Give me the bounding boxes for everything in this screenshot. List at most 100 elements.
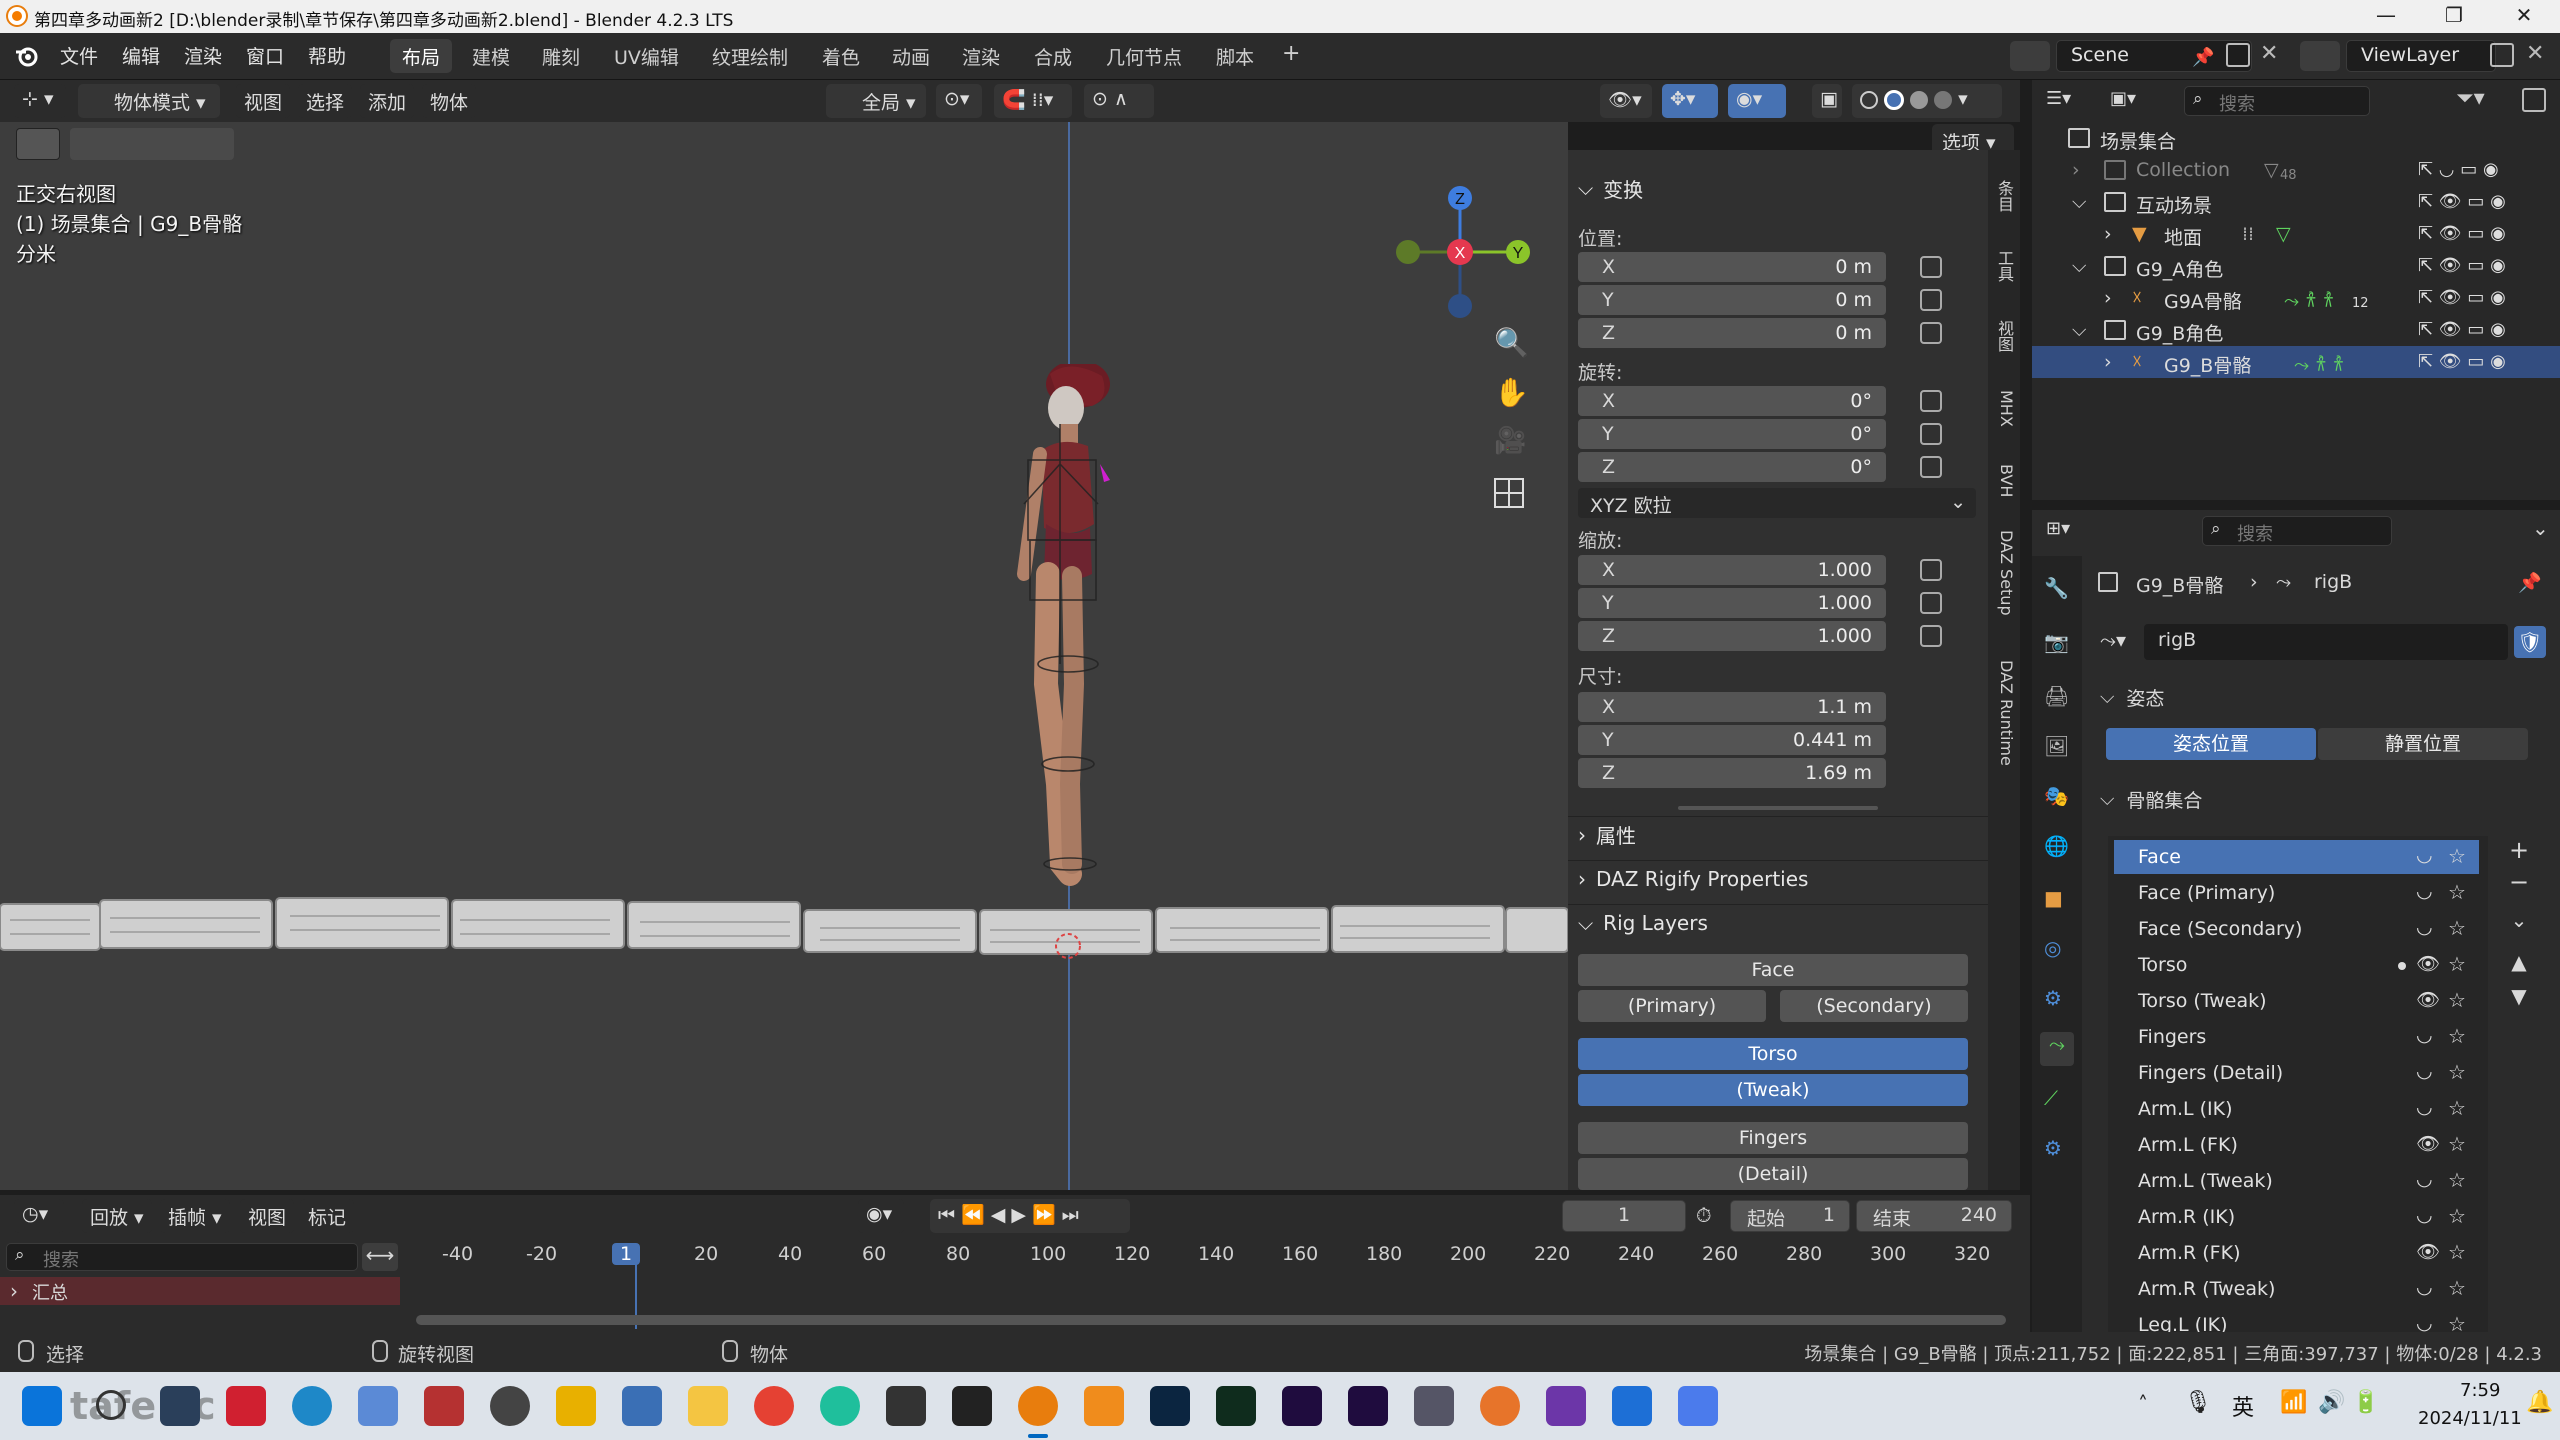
render-tab-icon[interactable]: 📷 xyxy=(2044,630,2069,654)
viewlayer-name-field[interactable]: ViewLayer xyxy=(2346,40,2496,72)
menu-window[interactable]: 窗口 xyxy=(246,42,284,69)
tab-uv-editing[interactable]: UV编辑 xyxy=(602,39,691,73)
app-icon[interactable] xyxy=(490,1386,530,1426)
visual-studio-icon[interactable] xyxy=(1546,1386,1586,1426)
outliner-search-input[interactable]: ⌕ 搜索 xyxy=(2184,86,2370,116)
outliner-row-scene-collection[interactable]: 场景集合 xyxy=(2032,122,2560,154)
tab-shading[interactable]: 着色 xyxy=(810,39,872,73)
delete-scene-icon[interactable]: ✕ xyxy=(2260,41,2278,66)
select-tool-icon[interactable] xyxy=(16,128,60,160)
eye-open-icon[interactable]: 👁 xyxy=(2416,1240,2440,1263)
eye-closed-icon[interactable]: ◡ xyxy=(2416,1168,2433,1190)
location-z-field[interactable]: Z0 m xyxy=(1578,318,1886,348)
rest-position-button[interactable]: 静置位置 xyxy=(2318,728,2528,760)
timeline-scrollbar[interactable] xyxy=(416,1315,2006,1325)
viewlayer-selector-icon[interactable] xyxy=(2300,41,2340,71)
new-viewlayer-icon[interactable] xyxy=(2490,43,2514,67)
summary-row[interactable]: › 汇总 xyxy=(0,1277,400,1305)
gizmo-toggle[interactable]: ✥▾ xyxy=(1662,84,1718,118)
data-name-field[interactable]: rigB xyxy=(2144,624,2508,660)
scene-selector-icon[interactable] xyxy=(2010,41,2050,71)
current-frame-field[interactable]: 1 xyxy=(1562,1200,1686,1232)
armature-data-tab-icon[interactable]: ⤳ xyxy=(2040,1032,2074,1066)
bone-collection-row[interactable]: Face ◡ ☆ xyxy=(2114,840,2479,874)
minimize-button[interactable]: — xyxy=(2356,3,2416,27)
output-tab-icon[interactable]: 🖨 xyxy=(2044,684,2069,708)
star-icon[interactable]: ☆ xyxy=(2448,1132,2466,1156)
stopwatch-icon[interactable]: ⏱ xyxy=(1696,1203,1712,1227)
edge-icon[interactable] xyxy=(292,1386,332,1426)
object-tab-icon[interactable]: ■ xyxy=(2044,886,2063,910)
sidebar-tab-daz-setup[interactable]: DAZ Setup xyxy=(1992,530,2016,616)
dimensions-x-field[interactable]: X 1.1 m xyxy=(1578,692,1886,722)
tool-tab-icon[interactable]: 🔧 xyxy=(2044,576,2069,600)
pin-icon[interactable]: 📌 xyxy=(2518,571,2542,594)
rotation-z-field[interactable]: Z 0° xyxy=(1578,452,1886,482)
star-icon[interactable]: ☆ xyxy=(2448,1060,2466,1084)
bone-collection-row[interactable]: Arm.L (IK) ◡ ☆ xyxy=(2114,1092,2479,1126)
dimensions-y-field[interactable]: Y 0.441 m xyxy=(1578,725,1886,755)
bone-collection-row[interactable]: Arm.L (FK) 👁 ☆ xyxy=(2114,1128,2479,1162)
search-icon[interactable] xyxy=(96,1390,126,1420)
scene-tab-icon[interactable]: 🎭 xyxy=(2044,784,2069,808)
app-icon[interactable] xyxy=(424,1386,464,1426)
clock-date[interactable]: 2024/11/11 xyxy=(2418,1408,2522,1429)
star-icon[interactable]: ☆ xyxy=(2448,988,2466,1012)
timeline-body[interactable]: ⌕ 搜索 ⟷ › 汇总 -40 -20 1 20 40 60 80 100 120 140 160 1… xyxy=(0,1237,2030,1332)
eye-closed-icon[interactable]: ◡ xyxy=(2416,880,2433,902)
app-icon[interactable] xyxy=(1480,1386,1520,1426)
microphone-icon[interactable]: 🎙 xyxy=(2184,1390,2212,1415)
premiere-icon[interactable] xyxy=(1348,1386,1388,1426)
bone-collection-row[interactable]: Arm.R (FK) 👁 ☆ xyxy=(2114,1236,2479,1270)
close-button[interactable]: ✕ xyxy=(2494,3,2554,27)
shading-modes[interactable]: ▾ xyxy=(1852,84,2002,118)
snap-toggle[interactable]: 🧲 ⁞⁞▾ xyxy=(994,84,1072,118)
eye-closed-icon[interactable]: ◡ xyxy=(2416,1204,2433,1226)
bone-collection-row[interactable]: Torso 👁 ☆ xyxy=(2114,948,2479,982)
app-icon[interactable] xyxy=(556,1386,596,1426)
file-explorer-icon[interactable] xyxy=(688,1386,728,1426)
bone-collection-row[interactable]: Fingers (Detail) ◡ ☆ xyxy=(2114,1056,2479,1090)
star-icon[interactable]: ☆ xyxy=(2448,1096,2466,1120)
tab-geometry-nodes[interactable]: 几何节点 xyxy=(1094,39,1194,73)
sidebar-tab-tool[interactable]: 工具 xyxy=(1992,250,2016,282)
properties-editor-icon[interactable]: ⊞▾ xyxy=(2046,518,2070,539)
scale-x-field[interactable]: X 1.000 xyxy=(1578,555,1886,585)
lock-icon[interactable] xyxy=(1920,625,1942,647)
bone-collection-row[interactable]: Arm.L (Tweak) ◡ ☆ xyxy=(2114,1164,2479,1198)
ortho-grid-icon[interactable] xyxy=(1494,478,1524,508)
star-icon[interactable]: ☆ xyxy=(2448,1276,2466,1300)
star-icon[interactable]: ☆ xyxy=(2448,1168,2466,1192)
menu-view[interactable]: 视图 xyxy=(236,84,291,118)
blender-menu-icon[interactable] xyxy=(14,43,40,69)
timeline-editor-icon[interactable]: ◷▾ xyxy=(14,1199,64,1233)
star-icon[interactable]: ☆ xyxy=(2448,880,2466,904)
location-x-field[interactable]: X0 m xyxy=(1578,252,1886,282)
star-icon[interactable]: ☆ xyxy=(2448,1240,2466,1264)
visibility-dropdown[interactable]: 👁▾ xyxy=(1600,84,1652,118)
rig-layer-secondary-button[interactable]: (Secondary) xyxy=(1780,990,1968,1022)
pin-icon[interactable]: 📌 xyxy=(2192,47,2214,68)
menu-object[interactable]: 物体 xyxy=(422,84,477,118)
playback-menu[interactable]: 回放 ▾ xyxy=(82,1199,152,1233)
tab-texture-paint[interactable]: 纹理绘制 xyxy=(700,39,800,73)
3d-viewport[interactable]: 正交右视图 (1) 场景集合 | G9_B骨骼 分米 Z Y X 🔍 ✋ 🎥 xyxy=(0,122,1568,1190)
location-y-field[interactable]: Y0 m xyxy=(1578,285,1886,315)
remove-collection-button[interactable]: − xyxy=(2504,868,2534,898)
eye-closed-icon[interactable]: ◡ xyxy=(2416,1276,2433,1298)
bone-constraint-tab-icon[interactable]: ⚙ xyxy=(2044,1136,2062,1160)
star-icon[interactable]: ☆ xyxy=(2448,844,2466,868)
timeline-search-input[interactable]: ⌕ 搜索 xyxy=(6,1243,358,1271)
scale-y-field[interactable]: Y 1.000 xyxy=(1578,588,1886,618)
star-icon[interactable]: ☆ xyxy=(2448,952,2466,976)
dimensions-z-field[interactable]: Z 1.69 m xyxy=(1578,758,1886,788)
star-icon[interactable]: ☆ xyxy=(2448,916,2466,940)
eye-closed-icon[interactable]: ◡ xyxy=(2416,1060,2433,1082)
rig-layer-torso-button[interactable]: Torso xyxy=(1578,1038,1968,1070)
xray-toggle[interactable]: ▣ xyxy=(1812,84,1842,118)
rig-layer-face-button[interactable]: Face xyxy=(1578,954,1968,986)
tab-layout[interactable]: 布局 xyxy=(390,39,453,73)
auto-keying-toggle[interactable]: ◉▾ xyxy=(858,1199,904,1233)
tab-sculpting[interactable]: 雕刻 xyxy=(530,39,592,73)
youdao-icon[interactable] xyxy=(226,1386,266,1426)
